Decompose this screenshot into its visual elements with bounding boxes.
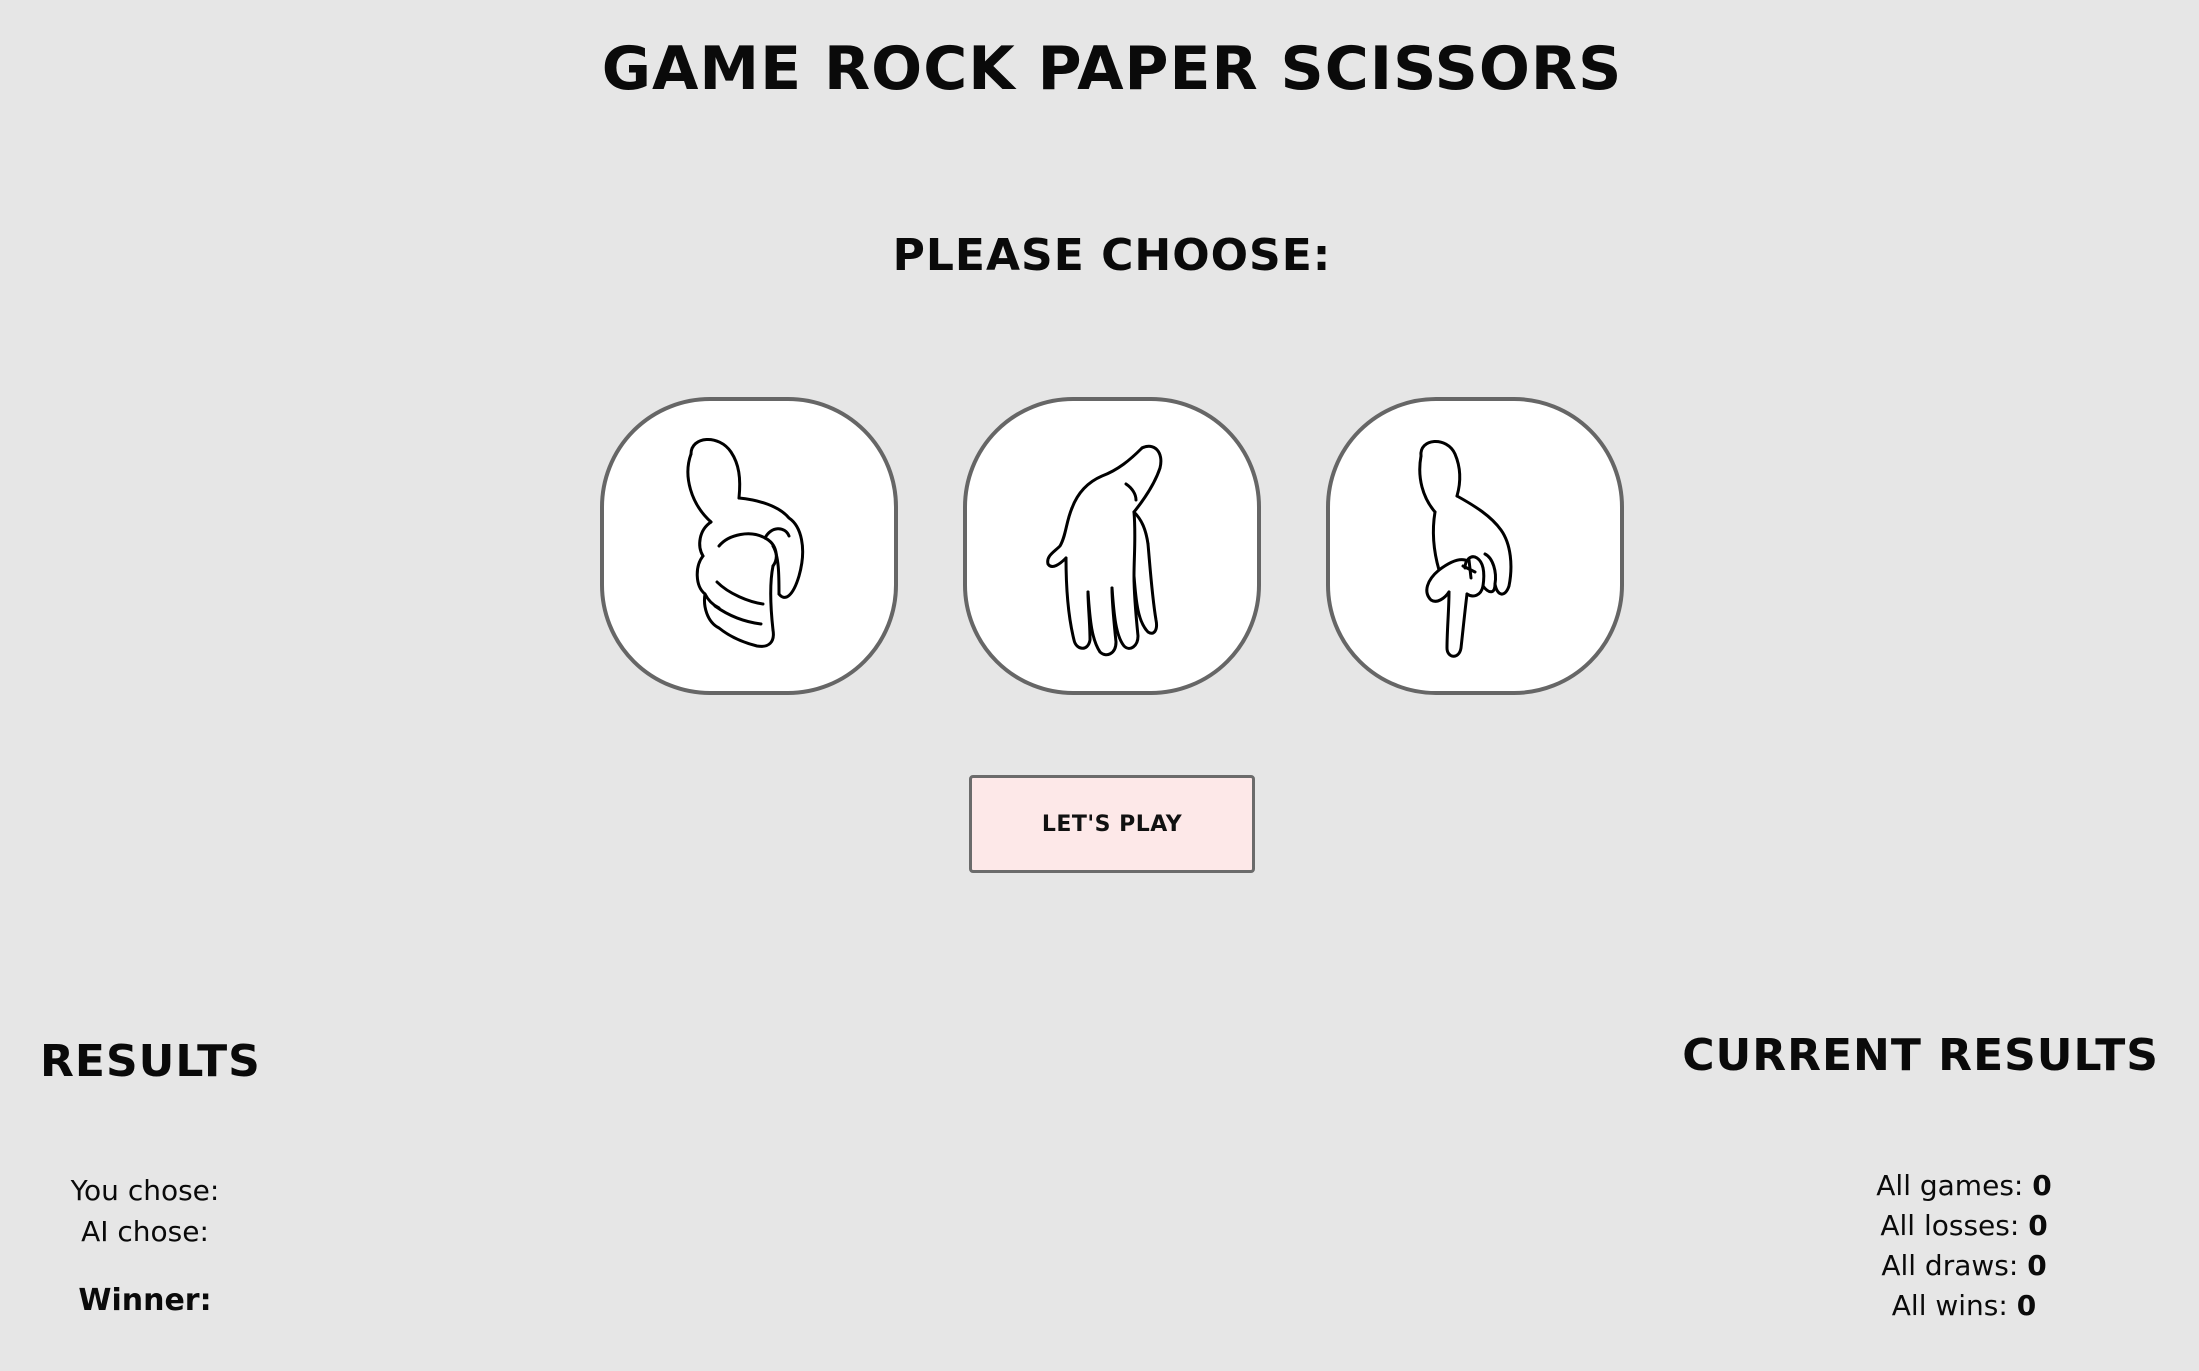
current-results-heading: CURRENT RESULTS (1682, 1030, 2159, 1081)
stat-value: 0 (2028, 1209, 2048, 1242)
winner-label: Winner: (78, 1283, 212, 1318)
scissors-choice-button[interactable] (1326, 397, 1624, 695)
choose-heading: PLEASE CHOOSE: (892, 230, 1332, 281)
stat-label: All games: (1876, 1169, 2024, 1202)
rock-hand-icon (686, 438, 805, 648)
lets-play-button[interactable]: LET'S PLAY (969, 775, 1255, 873)
page-title: GAME ROCK PAPER SCISSORS (601, 34, 1623, 104)
stat-value: 0 (2016, 1289, 2037, 1322)
paper-choice-button[interactable] (963, 397, 1261, 695)
stat-label: All losses: (1880, 1209, 2020, 1242)
stat-all-draws: All draws: 0 (1729, 1246, 2199, 1286)
rock-choice-button[interactable] (600, 397, 898, 695)
results-panel: You chose: AI chose: Winner: (0, 1170, 290, 1321)
stat-all-wins: All wins: 0 (1729, 1286, 2199, 1326)
stat-all-games: All games: 0 (1729, 1166, 2199, 1206)
ai-chose-label: AI chose: (81, 1215, 209, 1248)
stat-value: 0 (2027, 1249, 2047, 1282)
paper-hand-icon (1046, 444, 1163, 657)
results-heading: RESULTS (40, 1036, 261, 1087)
stat-label: All wins: (1891, 1289, 2008, 1322)
you-chose-label: You chose: (70, 1174, 220, 1207)
current-results-panel: All games: 0 All losses: 0 All draws: 0 … (1729, 1166, 2199, 1326)
scissors-hand-icon (1418, 440, 1513, 658)
stat-value: 0 (2032, 1169, 2052, 1202)
stat-all-losses: All losses: 0 (1729, 1206, 2199, 1246)
choice-options (600, 397, 1624, 695)
stat-label: All draws: (1881, 1249, 2019, 1282)
